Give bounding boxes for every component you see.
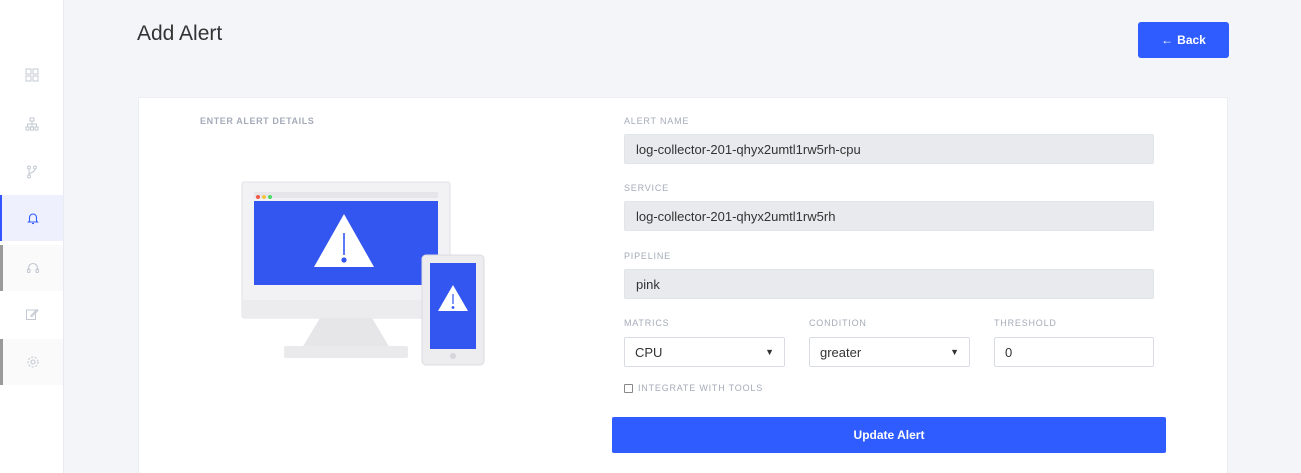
back-button-label: Back	[1177, 33, 1206, 47]
edit-icon	[25, 308, 39, 320]
integrate-tools-row[interactable]: INTEGRATE WITH TOOLS	[624, 383, 763, 393]
threshold-label: THRESHOLD	[994, 318, 1057, 328]
dashboard-icon	[25, 68, 38, 82]
page-title: Add Alert	[137, 22, 223, 45]
update-alert-button[interactable]: Update Alert	[612, 417, 1166, 453]
service-field[interactable]: log-collector-201-qhyx2umtl1rw5rh	[624, 201, 1154, 231]
threshold-input[interactable]: 0	[994, 337, 1154, 367]
alert-name-field[interactable]: log-collector-201-qhyx2umtl1rw5rh-cpu	[624, 134, 1154, 164]
headset-icon	[26, 262, 40, 274]
caret-down-icon: ▼	[950, 347, 959, 357]
condition-select[interactable]: greater ▼	[809, 337, 970, 367]
service-label: SERVICE	[624, 183, 669, 193]
settings-icon	[27, 356, 39, 368]
metrics-label: MATRICS	[624, 318, 670, 328]
back-button[interactable]: ← Back	[1138, 22, 1229, 58]
integrate-tools-checkbox[interactable]	[624, 383, 633, 393]
condition-select-value: greater	[820, 344, 862, 360]
alert-name-label: ALERT NAME	[624, 116, 690, 126]
pipeline-label: PIPELINE	[624, 251, 671, 261]
sidebar-item-hierarchy[interactable]	[0, 101, 63, 147]
sidebar-item-support[interactable]	[0, 245, 63, 291]
org-chart-icon	[25, 117, 38, 131]
sidebar-item-branches[interactable]	[0, 149, 63, 195]
integrate-tools-label: INTEGRATE WITH TOOLS	[638, 383, 764, 393]
caret-down-icon: ▼	[765, 347, 774, 357]
alert-illustration	[241, 181, 485, 366]
sidebar	[0, 0, 64, 473]
metrics-select[interactable]: CPU ▼	[624, 337, 785, 367]
bell-icon	[26, 213, 39, 225]
pipeline-field[interactable]: pink	[624, 269, 1154, 299]
branch-icon	[26, 165, 37, 179]
condition-label: CONDITION	[809, 318, 867, 328]
arrow-left-icon: ←	[1161, 33, 1174, 47]
metrics-select-value: CPU	[635, 344, 663, 360]
sidebar-item-edit[interactable]	[0, 291, 63, 337]
sidebar-item-settings[interactable]	[0, 339, 63, 385]
sidebar-item-alerts[interactable]	[0, 195, 63, 241]
section-label: ENTER ALERT DETAILS	[200, 116, 315, 126]
sidebar-item-dashboard[interactable]	[0, 52, 63, 98]
